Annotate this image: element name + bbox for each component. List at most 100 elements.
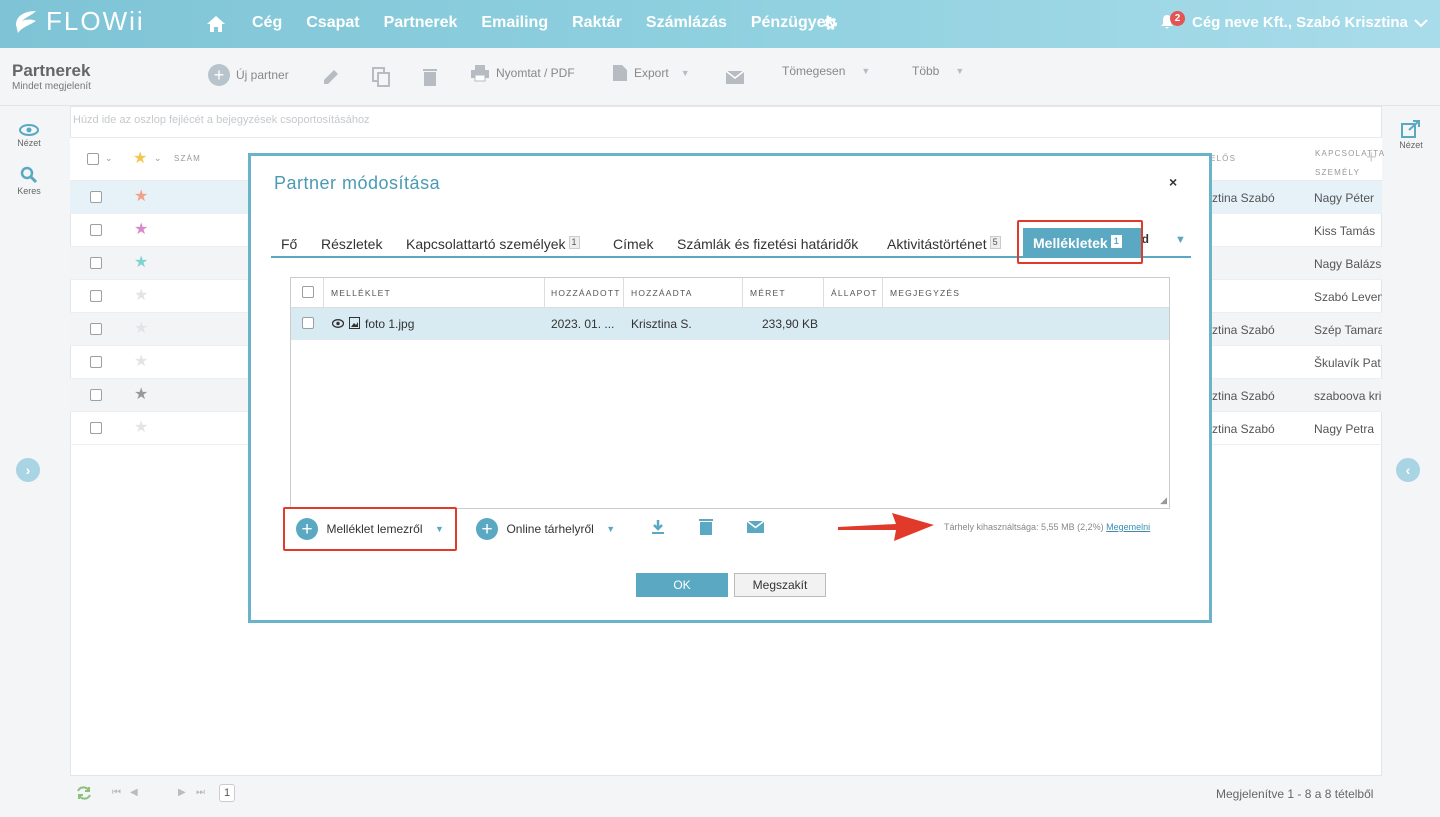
nav-item-partnerek[interactable]: Partnerek <box>384 14 458 32</box>
last-page-icon[interactable]: ⏭ <box>196 787 205 798</box>
mail-icon[interactable] <box>747 521 764 533</box>
star-icon[interactable]: ★ <box>134 222 148 238</box>
tab-aktivitas[interactable]: Aktivitástörténet 5 <box>887 236 1001 252</box>
nav-item-emailing[interactable]: Emailing <box>481 14 548 32</box>
close-icon[interactable]: × <box>1169 174 1177 190</box>
export-button[interactable]: Export ▼ <box>612 64 690 82</box>
star-icon[interactable]: ★ <box>134 420 148 436</box>
download-icon[interactable] <box>651 519 665 535</box>
star-icon[interactable]: ★ <box>134 321 148 337</box>
contact-cell: Škulavík Pat <box>1314 356 1381 370</box>
next-page-icon[interactable]: ▶ <box>178 787 186 798</box>
star-icon[interactable]: ★ <box>134 189 148 205</box>
star-icon[interactable]: ★ <box>134 354 148 370</box>
view-panel-button[interactable]: Nézet <box>10 124 48 148</box>
row-checkbox[interactable] <box>90 224 102 236</box>
row-checkbox[interactable] <box>90 389 102 401</box>
row-checkbox[interactable] <box>90 257 102 269</box>
first-page-icon[interactable]: ⏮ <box>112 787 121 798</box>
cancel-button[interactable]: Megszakít <box>734 573 826 597</box>
nav-item-ceg[interactable]: Cég <box>252 14 282 32</box>
star-icon[interactable]: ★ <box>134 387 148 403</box>
copy-icon[interactable] <box>372 67 390 87</box>
current-page[interactable]: 1 <box>219 784 235 802</box>
attachment-row[interactable]: foto 1.jpg 2023. 01. ... Krisztina S. 23… <box>291 308 1169 340</box>
col-header-added[interactable]: Hozzáadott <box>551 288 621 298</box>
star-icon[interactable]: ★ <box>134 288 148 304</box>
page-title: Partnerek <box>12 61 91 80</box>
chevron-down-icon[interactable]: ⌄ <box>105 153 114 164</box>
col-header-size[interactable]: Méret <box>750 288 786 298</box>
col-header-added-by[interactable]: Hozzáadta <box>631 288 693 298</box>
nav-item-csapat[interactable]: Csapat <box>306 14 359 32</box>
eye-icon[interactable] <box>332 319 344 328</box>
more-dropdown[interactable]: Több ▼ <box>912 64 964 78</box>
row-checkbox[interactable] <box>90 356 102 368</box>
col-header-note[interactable]: Megjegyzés <box>890 288 960 298</box>
resize-grip-icon[interactable]: ◢ <box>1160 495 1167 506</box>
trash-icon[interactable] <box>422 67 438 87</box>
left-rail: Nézet Keres › <box>0 106 58 817</box>
tabs-more-caret-icon[interactable]: ▼ <box>1175 234 1186 246</box>
tab-label: Aktivitástörténet <box>887 236 987 252</box>
print-pdf-button[interactable]: Nyomtat / PDF <box>470 64 575 82</box>
mail-icon[interactable] <box>726 71 744 84</box>
company-user-menu[interactable]: Cég neve Kft., Szabó Krisztina <box>1192 14 1408 31</box>
tab-count-badge: 5 <box>989 236 1001 249</box>
tab-cimek[interactable]: Címek <box>613 236 653 252</box>
right-view-button[interactable]: Nézet <box>1392 120 1430 150</box>
trash-icon[interactable] <box>699 518 713 536</box>
tab-fo[interactable]: Fő <box>281 236 297 252</box>
row-checkbox[interactable] <box>90 422 102 434</box>
ok-button[interactable]: OK <box>636 573 728 597</box>
caret-down-icon: ▼ <box>680 68 690 78</box>
contact-cell: szaboova kri <box>1314 389 1382 403</box>
nav-item-szamlazas[interactable]: Számlázás <box>646 14 727 32</box>
select-all-checkbox[interactable] <box>87 153 99 165</box>
bulk-actions-dropdown[interactable]: Tömegesen ▼ <box>782 64 870 78</box>
refresh-icon[interactable] <box>76 786 92 800</box>
tab-szamlak[interactable]: Számlák és fizetési határidők <box>677 236 858 252</box>
gear-icon[interactable] <box>822 15 839 32</box>
nav-item-raktar[interactable]: Raktár <box>572 14 622 32</box>
tab-label: Kapcsolattartó személyek <box>406 236 566 252</box>
star-icon[interactable]: ★ <box>134 255 148 271</box>
search-panel-button[interactable]: Keres <box>10 166 48 196</box>
col-header-number[interactable]: Szám <box>174 154 201 163</box>
row-checkbox[interactable] <box>90 323 102 335</box>
add-column-icon[interactable]: + <box>1366 147 1377 168</box>
caret-down-icon[interactable]: ▼ <box>606 524 615 534</box>
right-rail: Nézet ‹ <box>1384 106 1440 817</box>
new-partner-button[interactable]: + Új partner <box>208 64 289 86</box>
collapse-right-panel-button[interactable]: ‹ <box>1396 458 1420 482</box>
star-icon[interactable]: ★ <box>133 151 147 167</box>
select-all-attachments-checkbox[interactable] <box>302 286 314 298</box>
col-header-contact[interactable]: Kapcsolatta személy <box>1315 144 1384 182</box>
contact-cell: Nagy Balázs <box>1314 257 1382 271</box>
expand-left-panel-button[interactable]: › <box>16 458 40 482</box>
chevron-down-icon[interactable]: ⌄ <box>154 153 163 164</box>
attachment-checkbox[interactable] <box>302 317 314 329</box>
chevron-down-icon[interactable] <box>1414 18 1428 28</box>
prev-page-icon[interactable]: ◀ <box>130 787 138 798</box>
col-header-attachment[interactable]: Melléklet <box>331 288 391 298</box>
row-checkbox[interactable] <box>90 290 102 302</box>
logo[interactable]: FLOWii <box>12 6 145 37</box>
row-checkbox[interactable] <box>90 191 102 203</box>
owner-cell: sztina Szabó <box>1206 191 1275 205</box>
attachment-name[interactable]: foto 1.jpg <box>365 317 414 331</box>
col-header-status[interactable]: Állapot <box>831 288 878 298</box>
col-divider <box>544 278 545 308</box>
tab-kapcsolattarto[interactable]: Kapcsolattartó személyek 1 <box>406 236 580 252</box>
chevron-right-icon: › <box>25 462 31 478</box>
logo-icon <box>16 10 36 33</box>
logo-text: FLOWii <box>46 6 145 36</box>
print-icon <box>471 65 489 82</box>
tab-reszletek[interactable]: Részletek <box>321 236 382 252</box>
home-icon[interactable] <box>206 14 226 34</box>
increase-storage-link[interactable]: Megemelni <box>1106 522 1150 532</box>
add-online-button[interactable]: + Online tárhelyről ▼ <box>476 518 615 540</box>
col-header-owner[interactable]: elős <box>1210 154 1236 163</box>
view-filter-label[interactable]: Mindet megjelenít <box>12 81 91 92</box>
edit-icon[interactable] <box>322 68 340 86</box>
